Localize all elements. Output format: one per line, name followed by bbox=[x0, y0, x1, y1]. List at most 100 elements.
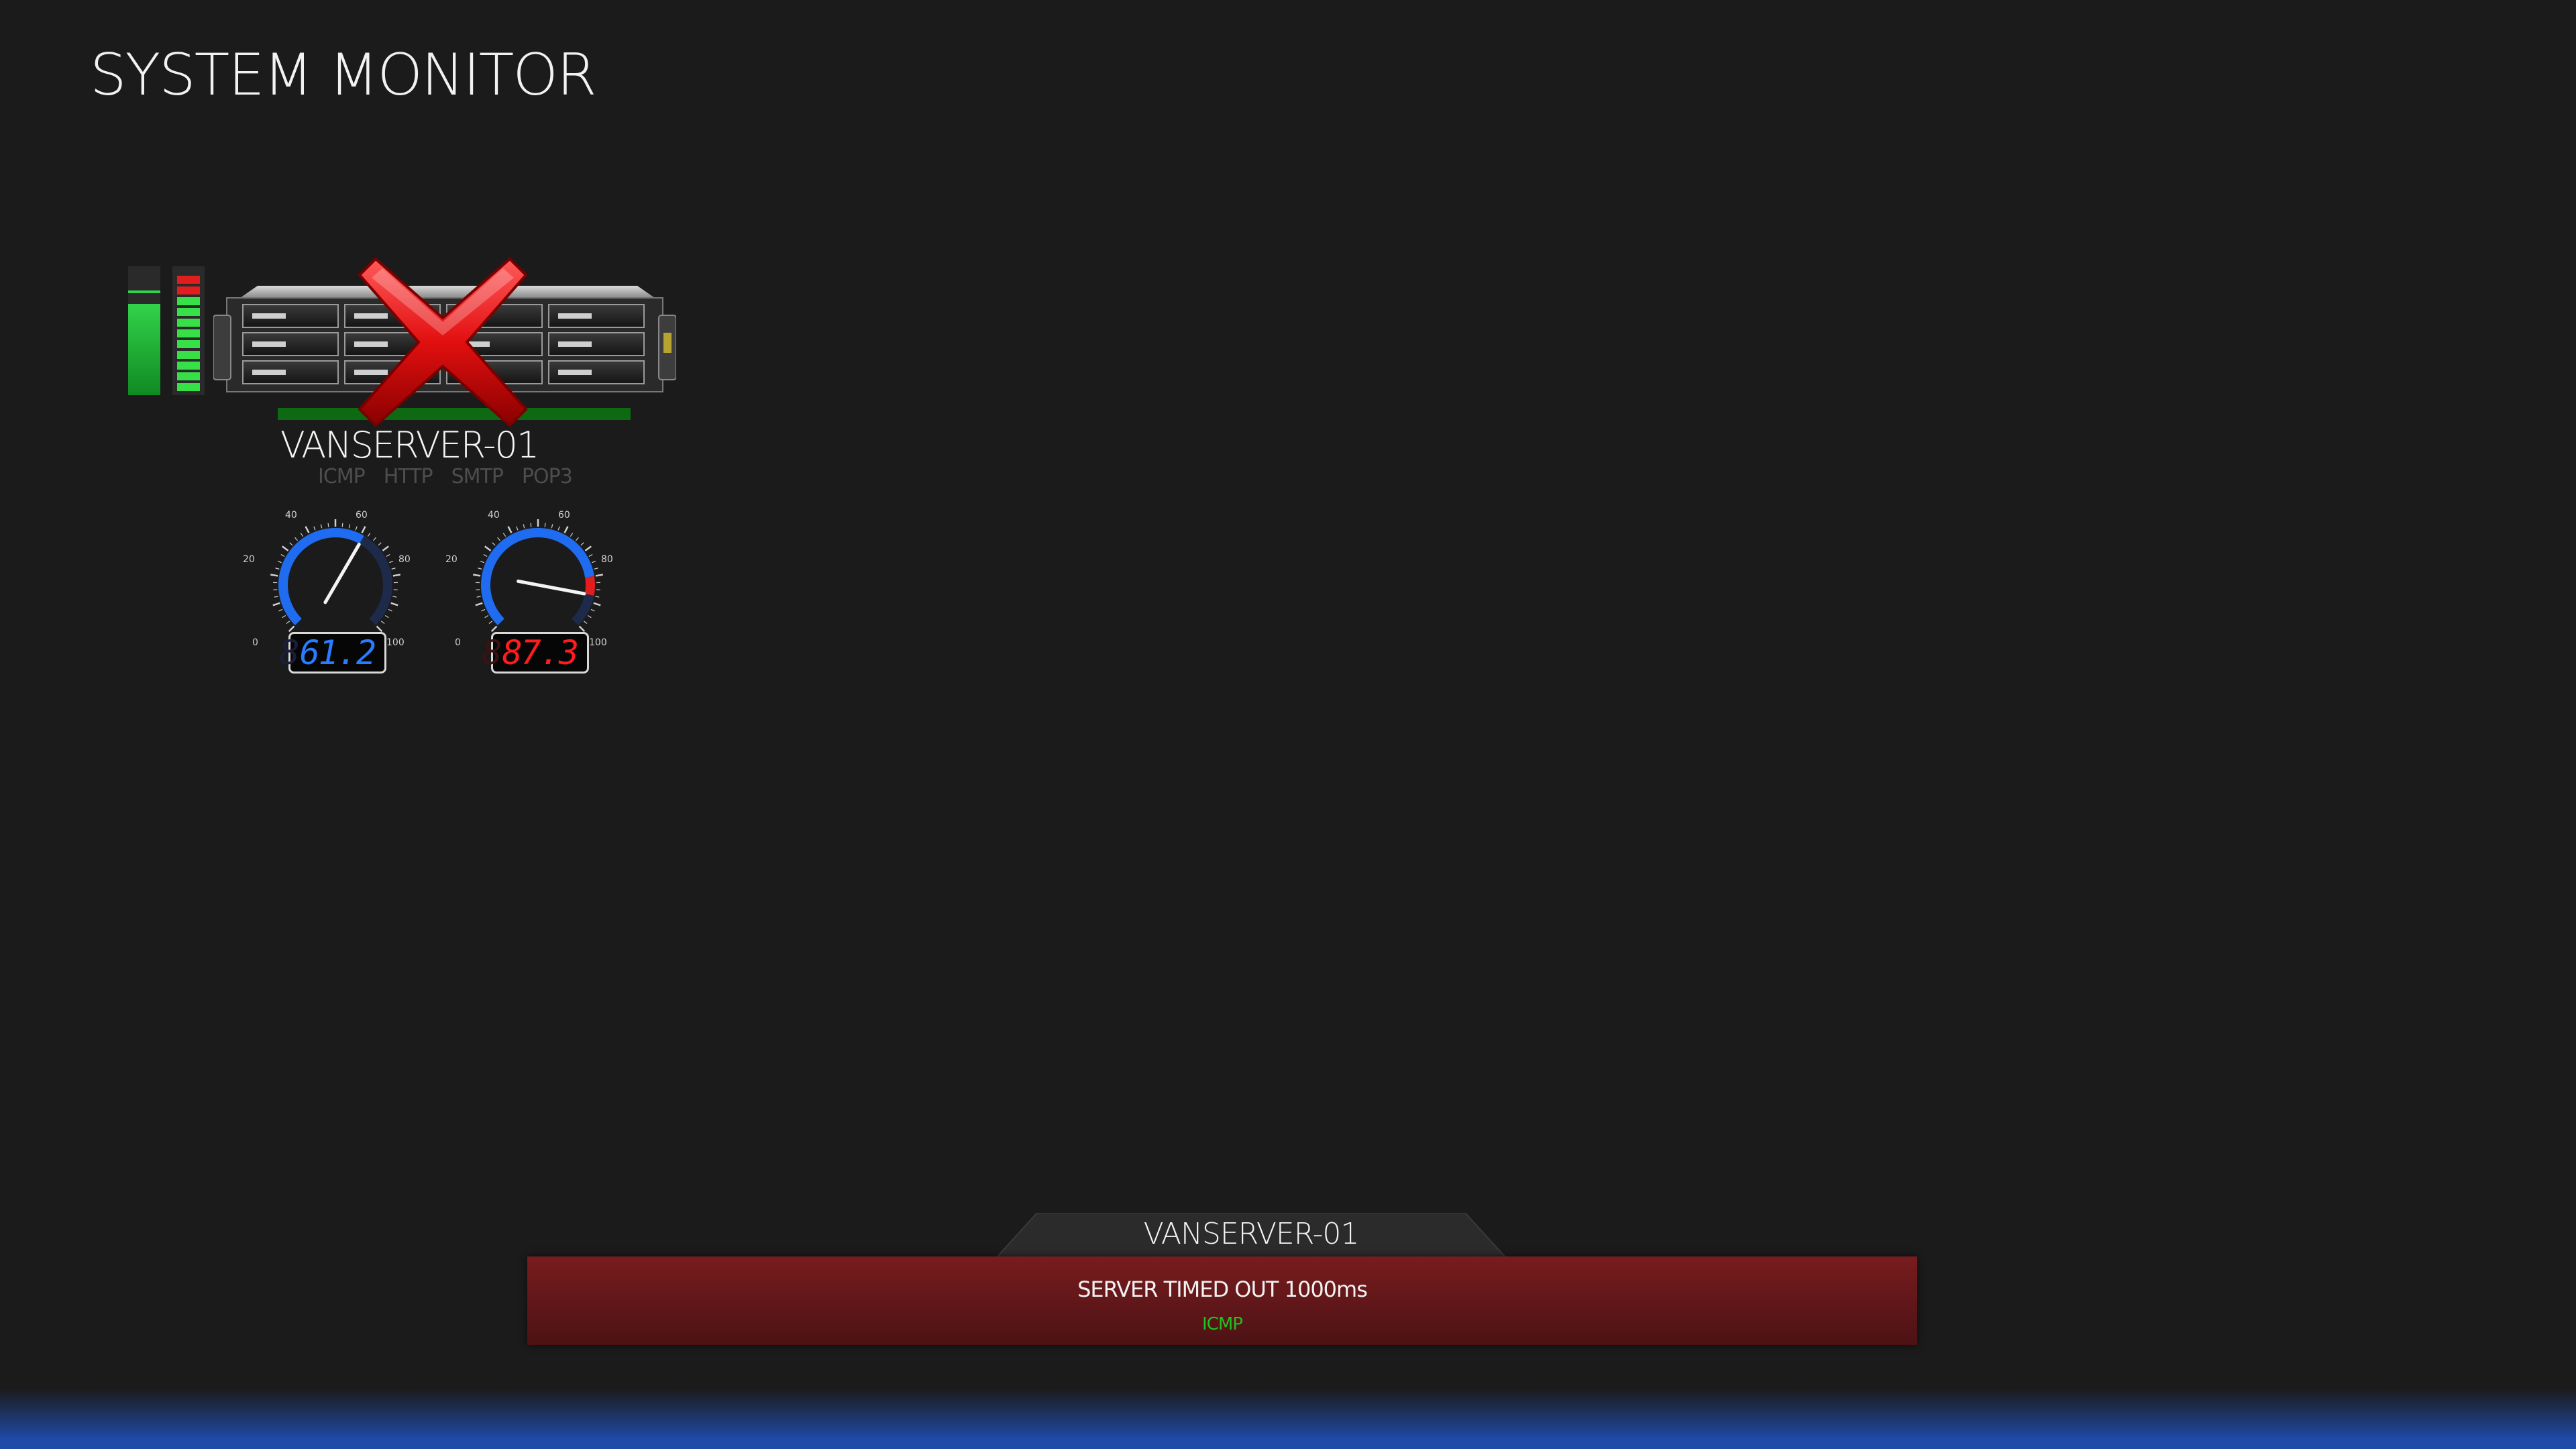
bottom-accent-bar bbox=[0, 1389, 2576, 1449]
gauge-tick-label: 0 bbox=[252, 637, 258, 648]
gauge-tick-label: 80 bbox=[398, 554, 411, 565]
gauge-tick-label: 40 bbox=[488, 510, 500, 521]
gauge-tick bbox=[564, 526, 569, 534]
gauge-tick bbox=[492, 542, 496, 546]
gauge-tick bbox=[380, 621, 385, 625]
gauge-arc bbox=[278, 528, 364, 626]
gauge-tick-label: 20 bbox=[243, 554, 255, 565]
service-pop3: POP3 bbox=[521, 465, 573, 488]
gauge-tick-label: 60 bbox=[356, 510, 368, 521]
gauge-tick bbox=[305, 526, 310, 534]
gauge-tick bbox=[584, 545, 592, 551]
alert-header-tab: VANSERVER-01 bbox=[995, 1212, 1507, 1258]
gauge-tick-label: 80 bbox=[601, 554, 613, 565]
gauge-tick bbox=[507, 526, 513, 534]
gauge-tick bbox=[594, 568, 598, 570]
gauge-tick bbox=[578, 625, 586, 633]
gauge-tick bbox=[288, 625, 295, 633]
gauge-tick bbox=[376, 625, 383, 633]
memory-gauge: 0 20 40 60 80 100 8 87.3 bbox=[445, 510, 619, 691]
service-http: HTTP bbox=[383, 465, 433, 488]
gauge-tick-label: 0 bbox=[455, 637, 461, 648]
gauge-tick bbox=[386, 554, 390, 557]
gauge-tick bbox=[275, 568, 280, 570]
gauge-tick-label: 100 bbox=[589, 637, 607, 648]
gauge-readout: 8 87.3 bbox=[482, 632, 589, 674]
gauge-tick bbox=[551, 524, 553, 529]
gauge-tick bbox=[557, 526, 560, 531]
gauge-tick bbox=[475, 602, 483, 606]
gauge-tick bbox=[389, 560, 394, 564]
gauge-tick bbox=[300, 533, 304, 537]
gauge-tick-label: 20 bbox=[445, 554, 458, 565]
gauge-tick bbox=[570, 533, 574, 537]
gauge-tick bbox=[313, 526, 316, 531]
gauge-tick bbox=[390, 602, 398, 606]
alert-box[interactable]: SERVER TIMED OUT 1000ms ICMP bbox=[527, 1256, 1917, 1345]
server-name: VANSERVER-01 bbox=[280, 424, 539, 466]
gauge-tick bbox=[480, 560, 484, 564]
gauge-tick bbox=[270, 574, 278, 577]
gauge-tick bbox=[483, 554, 488, 557]
gauge-tick bbox=[392, 596, 397, 598]
gauge-tick bbox=[484, 545, 492, 551]
gauge-tick bbox=[280, 554, 285, 557]
gauge-tick bbox=[391, 568, 396, 570]
gauge-tick bbox=[595, 596, 600, 598]
system-monitor-page: SYSTEM MONITOR VANSERVER-01 ICMP HTTP SM… bbox=[0, 0, 2576, 1449]
gauge-tick bbox=[348, 524, 351, 529]
cpu-gauge: 0 20 40 60 80 100 8 61.2 bbox=[243, 510, 416, 691]
gauge-tick bbox=[281, 545, 289, 551]
alert-server-name: VANSERVER-01 bbox=[1143, 1217, 1360, 1251]
error-x-icon bbox=[358, 257, 528, 427]
gauge-tick bbox=[473, 574, 481, 577]
gauge-tick bbox=[274, 596, 278, 598]
service-icmp: ICMP bbox=[318, 465, 366, 488]
gauge-tick bbox=[481, 608, 486, 612]
gauge-tick bbox=[384, 614, 389, 619]
load-meter-bar bbox=[128, 266, 160, 395]
gauge-tick bbox=[592, 560, 596, 564]
alert-message: SERVER TIMED OUT 1000ms bbox=[1077, 1277, 1368, 1302]
gauge-tick bbox=[286, 621, 290, 625]
gauge-tick bbox=[478, 568, 482, 570]
gauge-tick bbox=[378, 542, 382, 546]
gauge-tick bbox=[327, 523, 329, 527]
gauge-tick bbox=[289, 542, 293, 546]
gauge-readout: 8 61.2 bbox=[279, 632, 386, 674]
services-list: ICMP HTTP SMTP POP3 bbox=[318, 465, 573, 488]
gauge-tick bbox=[277, 560, 282, 564]
gauge-tick bbox=[382, 545, 390, 551]
gauge-tick bbox=[580, 542, 584, 546]
gauge-tick-label: 60 bbox=[558, 510, 570, 521]
gauge-tick bbox=[355, 526, 358, 531]
gauge-tick bbox=[595, 574, 603, 577]
alert-service: ICMP bbox=[1202, 1314, 1243, 1334]
gauge-tick bbox=[593, 602, 601, 606]
gauge-tick bbox=[502, 533, 506, 537]
gauge-tick bbox=[373, 537, 376, 541]
gauge-tick bbox=[587, 614, 592, 619]
page-title: SYSTEM MONITOR bbox=[90, 42, 597, 109]
gauge-dial bbox=[270, 519, 400, 633]
gauge-dial bbox=[473, 519, 603, 633]
gauge-tick bbox=[361, 526, 366, 534]
gauge-tick bbox=[392, 574, 400, 577]
gauge-tick bbox=[294, 537, 298, 541]
gauge-tick bbox=[388, 608, 392, 612]
gauge-tick bbox=[497, 537, 500, 541]
gauge-tick bbox=[588, 554, 593, 557]
gauge-tick bbox=[476, 596, 481, 598]
activity-meter-bar bbox=[172, 266, 205, 395]
gauge-tick bbox=[590, 608, 595, 612]
gauge-tick bbox=[583, 621, 588, 625]
gauge-tick bbox=[516, 526, 519, 531]
server-tile[interactable]: VANSERVER-01 ICMP HTTP SMTP POP3 0 20 40… bbox=[121, 255, 698, 698]
gauge-tick bbox=[576, 537, 579, 541]
gauge-tick bbox=[278, 608, 283, 612]
gauge-tick-label: 40 bbox=[285, 510, 297, 521]
gauge-tick bbox=[484, 614, 489, 619]
gauge-tick bbox=[488, 621, 493, 625]
gauge-tick bbox=[282, 614, 286, 619]
gauge-tick bbox=[341, 523, 343, 527]
